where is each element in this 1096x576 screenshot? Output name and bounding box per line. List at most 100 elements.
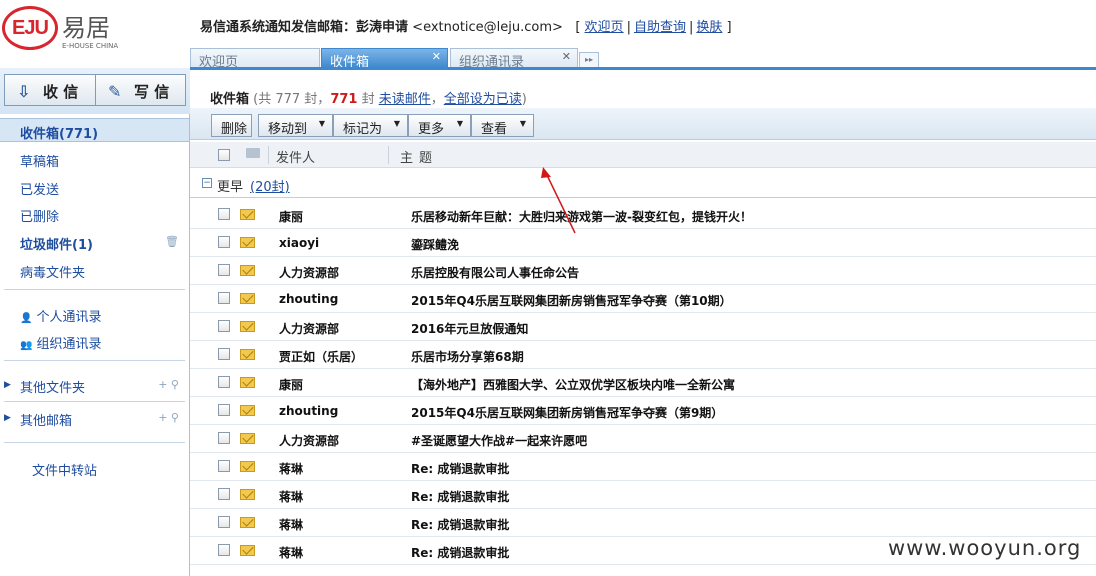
email-row[interactable]: 贾正如（乐居） 乐居市场分享第68期 — [190, 341, 1096, 369]
email-sender: 蒋琳 — [279, 518, 304, 532]
mark-as-button[interactable]: 标记为 ▼ — [333, 114, 408, 137]
sidebar-item-other-mailboxes[interactable]: 其他邮箱 — [20, 410, 72, 429]
email-row[interactable]: zhouting 2015年Q4乐居互联网集团新房销售冠军争夺赛（第10期） — [190, 285, 1096, 313]
email-subject[interactable]: 鎏踩鳢浼 — [411, 236, 459, 253]
sidebar-item-file-transfer[interactable]: 文件中转站 — [32, 460, 97, 479]
envelope-icon — [240, 405, 255, 416]
email-subject[interactable]: Re: 成销退款审批 — [411, 544, 509, 561]
envelope-icon — [240, 321, 255, 332]
download-icon: ⇩ — [17, 82, 31, 101]
row-checkbox[interactable] — [218, 236, 230, 248]
group-divider — [190, 197, 1096, 198]
delete-button[interactable]: 删除 — [211, 114, 252, 137]
row-checkbox[interactable] — [218, 404, 230, 416]
dropdown-caret-icon: ▼ — [318, 119, 325, 128]
email-sender: 康丽 — [279, 210, 304, 224]
close-icon[interactable]: ✕ — [562, 50, 571, 63]
folder-tools-icon[interactable]: + ⚲ — [158, 378, 179, 391]
account-info: 易信通系统通知发信邮箱：彭涛申请 <extnotice@leju.com> [ … — [200, 20, 732, 35]
sidebar-item-drafts[interactable]: 草稿箱 — [20, 151, 59, 170]
column-subject[interactable]: 主题 — [400, 147, 438, 166]
envelope-icon — [240, 293, 255, 304]
receive-button[interactable]: ⇩ 收 信 — [4, 74, 96, 106]
email-row[interactable]: xiaoyi 鎏踩鳢浼 — [190, 229, 1096, 257]
mailbox-tools-icon[interactable]: + ⚲ — [158, 411, 179, 424]
sidebar-item-other-folders[interactable]: 其他文件夹 — [20, 377, 85, 396]
email-row[interactable]: 人力资源部 乐居控股有限公司人事任命公告 — [190, 257, 1096, 285]
envelope-icon — [240, 349, 255, 360]
trash-icon[interactable]: 🗑 — [165, 235, 179, 248]
email-subject[interactable]: Re: 成销退款审批 — [411, 516, 509, 533]
date-group: − 更早 (20封) — [190, 172, 1096, 198]
sidebar-item-inbox[interactable]: 收件箱(771) — [0, 118, 189, 142]
tab-welcome[interactable]: 欢迎页 — [190, 48, 320, 70]
row-checkbox[interactable] — [218, 460, 230, 472]
logo-cn: 易居 — [62, 14, 110, 42]
sidebar-item-personal-contacts[interactable]: 👤 个人通讯录 — [20, 306, 101, 325]
email-subject[interactable]: 乐居控股有限公司人事任命公告 — [411, 264, 579, 281]
more-button[interactable]: 更多 ▼ — [408, 114, 471, 137]
tab-org-contacts[interactable]: 组织通讯录 ✕ — [450, 48, 578, 70]
tab-inbox[interactable]: 收件箱 ✕ — [321, 48, 448, 70]
row-checkbox[interactable] — [218, 208, 230, 220]
close-icon[interactable]: ✕ — [432, 50, 441, 63]
row-checkbox[interactable] — [218, 376, 230, 388]
email-row[interactable]: 康丽 乐居移动新年巨献：大胜归来游戏第一波-裂变红包，提钱开火！ — [190, 201, 1096, 229]
tab-expand-icon[interactable]: ▸▸ — [579, 52, 599, 68]
row-checkbox[interactable] — [218, 516, 230, 528]
email-subject[interactable]: 2015年Q4乐居互联网集团新房销售冠军争夺赛（第10期） — [411, 292, 732, 309]
row-checkbox[interactable] — [218, 264, 230, 276]
view-button[interactable]: 查看 ▼ — [471, 114, 534, 137]
row-checkbox[interactable] — [218, 320, 230, 332]
expand-arrow-icon[interactable]: ▶ — [4, 380, 11, 390]
email-subject[interactable]: Re: 成销退款审批 — [411, 488, 509, 505]
group-count-link[interactable]: (20封) — [250, 176, 290, 195]
row-checkbox[interactable] — [218, 544, 230, 556]
self-query-link[interactable]: 自助查询 — [634, 20, 686, 35]
email-subject[interactable]: 【海外地产】西雅图大学、公立双优学区板块内唯一全新公寓 — [411, 376, 735, 393]
column-sender[interactable]: 发件人 — [276, 147, 315, 166]
row-checkbox[interactable] — [218, 488, 230, 500]
column-divider — [388, 146, 389, 164]
sidebar-item-virus[interactable]: 病毒文件夹 — [20, 262, 85, 281]
compose-button[interactable]: ✎ 写 信 — [95, 74, 186, 106]
main-panel: 收件箱 (共 777 封，771 封 未读邮件，全部设为已读) 删除 移动到 ▼ … — [190, 70, 1096, 576]
email-sender: 蒋琳 — [279, 462, 304, 476]
email-row[interactable]: 康丽 【海外地产】西雅图大学、公立双优学区板块内唯一全新公寓 — [190, 369, 1096, 397]
email-subject[interactable]: #圣诞愿望大作战#一起来许愿吧 — [411, 432, 587, 449]
email-row[interactable]: 蒋琳 Re: 成销退款审批 — [190, 453, 1096, 481]
email-subject[interactable]: 2015年Q4乐居互联网集团新房销售冠军争夺赛（第9期） — [411, 404, 723, 421]
sidebar-item-sent[interactable]: 已发送 — [20, 179, 59, 198]
sidebar-item-org-contacts[interactable]: 👥 组织通讯录 — [20, 333, 101, 352]
email-row[interactable]: 人力资源部 #圣诞愿望大作战#一起来许愿吧 — [190, 425, 1096, 453]
email-row[interactable]: 人力资源部 2016年元旦放假通知 — [190, 313, 1096, 341]
collapse-icon[interactable]: − — [202, 178, 212, 188]
move-to-button[interactable]: 移动到 ▼ — [258, 114, 333, 137]
home-link[interactable]: 欢迎页 — [585, 20, 624, 35]
email-row[interactable]: 蒋琳 Re: 成销退款审批 — [190, 481, 1096, 509]
email-sender: zhouting — [279, 292, 339, 306]
unread-link[interactable]: 未读邮件 — [379, 92, 431, 107]
user-name: 彭涛申请 — [356, 20, 409, 35]
dropdown-caret-icon: ▼ — [393, 119, 400, 128]
logo-mark: EJU — [2, 6, 58, 50]
email-list: 康丽 乐居移动新年巨献：大胜归来游戏第一波-裂变红包，提钱开火！ xiaoyi 鎏踩… — [190, 201, 1096, 565]
user-email: <extnotice@leju.com> — [412, 20, 563, 35]
email-subject[interactable]: 乐居市场分享第68期 — [411, 348, 524, 365]
email-row[interactable]: 蒋琳 Re: 成销退款审批 — [190, 509, 1096, 537]
expand-arrow-icon[interactable]: ▶ — [4, 413, 11, 423]
email-sender: 人力资源部 — [279, 266, 340, 280]
row-checkbox[interactable] — [218, 292, 230, 304]
email-row[interactable]: zhouting 2015年Q4乐居互联网集团新房销售冠军争夺赛（第9期） — [190, 397, 1096, 425]
row-checkbox[interactable] — [218, 348, 230, 360]
row-checkbox[interactable] — [218, 432, 230, 444]
sidebar-item-deleted[interactable]: 已删除 — [20, 206, 59, 225]
email-subject[interactable]: Re: 成销退款审批 — [411, 460, 509, 477]
sidebar-item-spam[interactable]: 垃圾邮件(1) — [20, 234, 93, 253]
sidebar-divider — [4, 360, 185, 361]
compose-icon: ✎ — [108, 82, 122, 101]
mark-all-read-link[interactable]: 全部设为已读 — [444, 92, 522, 107]
skin-link[interactable]: 换肤 — [696, 20, 722, 35]
email-subject[interactable]: 2016年元旦放假通知 — [411, 320, 528, 337]
select-all-checkbox[interactable] — [218, 149, 230, 161]
